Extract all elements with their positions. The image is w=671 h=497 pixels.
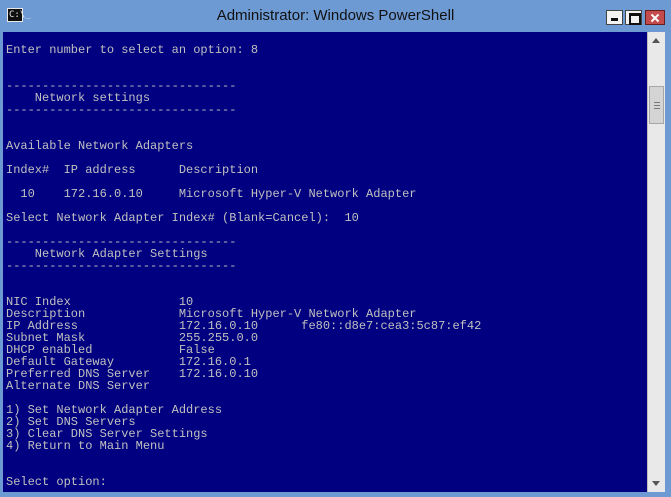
close-button[interactable]: [645, 10, 665, 25]
thumb-grip: [654, 102, 660, 103]
window-frame-bottom: [0, 492, 671, 497]
console-line-menu-return: 4) Return to Main Menu: [6, 439, 165, 453]
window-title: Administrator: Windows PowerShell: [216, 7, 455, 24]
minimize-icon: [607, 11, 622, 24]
console-line-available-adapters: Available Network Adapters: [6, 139, 194, 153]
console-line-table-header: Index# IP address Description: [6, 163, 259, 177]
console-line-alternate-dns: Alternate DNS Server: [6, 379, 151, 393]
vertical-scrollbar[interactable]: [647, 32, 665, 492]
console-line-prompt: Enter number to select an option: 8: [6, 43, 259, 57]
close-icon: [646, 11, 664, 24]
console-line-adapter-row: 10 172.16.0.10 Microsoft Hyper-V Network…: [6, 187, 417, 201]
minimize-button[interactable]: [606, 10, 623, 25]
console-output[interactable]: Enter number to select an option: 8 ----…: [3, 32, 647, 492]
scroll-up-arrow-icon[interactable]: [648, 32, 665, 49]
thumb-grip: [654, 108, 660, 109]
title-bar[interactable]: C:\_ Administrator: Windows PowerShell: [0, 0, 671, 32]
thumb-grip: [654, 105, 660, 106]
powershell-window: C:\_ Administrator: Windows PowerShell E…: [0, 0, 671, 497]
console-line-separator: --------------------------------: [6, 259, 237, 273]
maximize-icon: [626, 11, 641, 25]
console-line-select-index: Select Network Adapter Index# (Blank=Can…: [6, 211, 359, 225]
console-line-select-option-prompt: Select option:: [6, 475, 107, 489]
console-line-separator: --------------------------------: [6, 103, 237, 117]
maximize-button[interactable]: [625, 10, 642, 25]
scroll-thumb[interactable]: [649, 86, 664, 124]
scroll-down-arrow-icon[interactable]: [648, 475, 665, 492]
